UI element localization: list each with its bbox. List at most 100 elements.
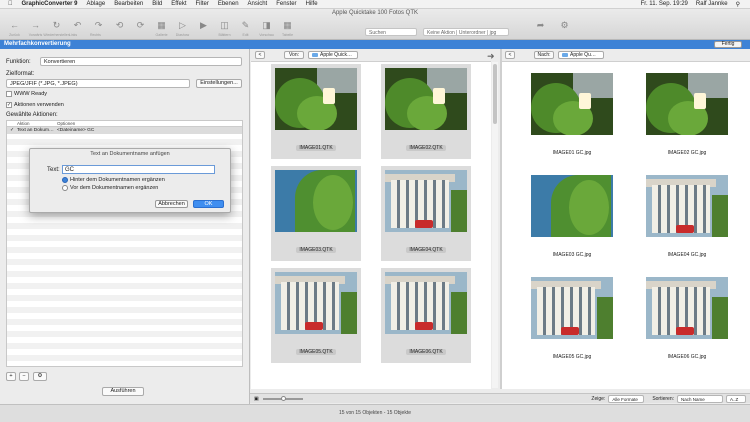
- menu-fenster[interactable]: Fenster: [276, 1, 296, 7]
- source-scrollbar[interactable]: [492, 62, 498, 388]
- menu-hilfe[interactable]: Hilfe: [306, 1, 318, 7]
- done-button[interactable]: Fertig: [714, 41, 742, 48]
- file-name: IMAGE03 GC.jpg: [552, 252, 592, 258]
- dest-file-3[interactable]: IMAGE03 GC.jpg: [527, 171, 617, 266]
- source-nav: < Von: Apple Quick…: [251, 49, 491, 62]
- source-file-3[interactable]: IMAGE03.QTK: [271, 166, 361, 261]
- chevron-left-icon[interactable]: <: [255, 51, 265, 59]
- source-file-2[interactable]: IMAGE02.QTK: [381, 64, 471, 159]
- folder-icon: [562, 53, 568, 57]
- menu-bearbeiten[interactable]: Bearbeiten: [114, 1, 143, 7]
- radio-append-after[interactable]: Hinter dem Dokumentnamen ergänzen: [62, 177, 165, 183]
- dialog-title: Text an Dokumentname anfügen: [90, 151, 170, 157]
- file-name: IMAGE05.QTK: [296, 349, 336, 355]
- edit-icon[interactable]: ✎ Edit: [237, 20, 254, 37]
- format-select[interactable]: JPEG/JFIF (*.JPG, *.JPEG): [6, 79, 190, 88]
- table-icon[interactable]: ▦ Tabelle: [279, 20, 296, 37]
- gear-menu-button[interactable]: ⚙: [33, 372, 47, 381]
- cancel-button[interactable]: Abbrechen: [155, 200, 188, 208]
- dest-file-4[interactable]: IMAGE04 GC.jpg: [642, 171, 732, 266]
- apple-icon[interactable]: : [8, 1, 13, 7]
- slideshow-icon[interactable]: ▷ Diashow: [174, 20, 191, 37]
- share-icon[interactable]: ➦: [532, 20, 549, 37]
- arrow-right-icon: ➜: [487, 51, 495, 61]
- row-check[interactable]: ✓: [7, 128, 17, 133]
- format-label: Zielformat:: [6, 71, 35, 77]
- run-button[interactable]: Ausführen: [102, 387, 144, 396]
- undo-icon[interactable]: ↶Links drehen: [69, 20, 86, 47]
- left-panel: Funktion: Konvertieren Zielformat: JPEG/…: [0, 49, 250, 404]
- rotate-left-icon[interactable]: ⟲: [111, 20, 128, 37]
- action-row[interactable]: ✓ Text an Dokum… <Dateiname> GC: [7, 127, 242, 134]
- dest-to-button[interactable]: Nach:: [534, 51, 554, 59]
- settings-button[interactable]: Einstellungen...: [196, 79, 242, 88]
- search-input[interactable]: Suchen: [365, 28, 417, 36]
- menu-bild[interactable]: Bild: [152, 1, 162, 7]
- window-title: Apple Quicktake 100 Fotos QTK: [331, 10, 419, 16]
- rotate-right-icon[interactable]: ⟳: [132, 20, 149, 37]
- remove-button[interactable]: −: [19, 372, 29, 381]
- function-select[interactable]: Konvertieren: [40, 57, 242, 66]
- source-folder-select[interactable]: Apple Quick…: [308, 51, 358, 59]
- scroll-thumb[interactable]: [493, 64, 497, 124]
- slideshow-start-icon[interactable]: ▶: [195, 20, 212, 37]
- forward-icon[interactable]: → Vorwärts: [27, 20, 44, 37]
- file-name: IMAGE03.QTK: [296, 247, 336, 253]
- browse-icon[interactable]: ◫ Blättern: [216, 20, 233, 37]
- file-name: IMAGE06 GC.jpg: [667, 354, 707, 360]
- bottom-bar: ▣ Zeige: Alle Formate Sortieren: Nach Na…: [250, 393, 750, 403]
- gear-icon[interactable]: ⚙: [556, 20, 573, 37]
- back-icon[interactable]: ← Zurück: [6, 20, 23, 37]
- menu-ebenen[interactable]: Ebenen: [218, 1, 239, 7]
- menu-ablage[interactable]: Ablage: [87, 1, 106, 7]
- radio-append-before[interactable]: Vor dem Dokumentnamen ergänzen: [62, 185, 158, 191]
- source-file-1[interactable]: IMAGE01.QTK: [271, 64, 361, 159]
- dest-file-1[interactable]: IMAGE01 GC.jpg: [527, 69, 617, 164]
- action-selector[interactable]: Keine Aktion | Unterordner | jpg: [423, 28, 509, 36]
- order-select[interactable]: A..Z: [726, 394, 746, 403]
- col-options: Optionen: [57, 121, 76, 126]
- zoom-slider[interactable]: [262, 395, 303, 401]
- col-action: Aktion: [17, 121, 30, 126]
- menu-effekt[interactable]: Effekt: [171, 1, 186, 7]
- file-name: IMAGE04 GC.jpg: [667, 252, 707, 258]
- text-input[interactable]: GC: [62, 165, 215, 174]
- dest-nav: < Nach: Apple Qu…: [502, 49, 750, 62]
- spotlight-icon[interactable]: ⚲: [736, 1, 740, 8]
- folder-icon: [312, 53, 318, 57]
- source-file-5[interactable]: IMAGE05.QTK: [271, 268, 361, 363]
- dest-pane: < Nach: Apple Qu… IMAGE01 GC.jpg IMAGE02…: [502, 49, 750, 389]
- menu-ansicht[interactable]: Ansicht: [248, 1, 268, 7]
- menu-app-name[interactable]: GraphicConverter 9: [22, 1, 78, 7]
- function-label: Funktion:: [6, 59, 31, 65]
- source-from-button[interactable]: Von:: [284, 51, 304, 59]
- dest-file-2[interactable]: IMAGE02 GC.jpg: [642, 69, 732, 164]
- file-name: IMAGE05 GC.jpg: [552, 354, 592, 360]
- menu-filter[interactable]: Filter: [196, 1, 209, 7]
- reload-icon[interactable]: ↻ Wiederherstellen: [43, 20, 69, 37]
- use-actions-checkbox[interactable]: ✓ Aktionen verwenden: [6, 102, 64, 108]
- source-pane: < Von: Apple Quick… IMAGE01.QTK IMAGE02.…: [251, 49, 491, 389]
- dest-file-6[interactable]: IMAGE06 GC.jpg: [642, 273, 732, 368]
- chevron-left-icon[interactable]: <: [505, 51, 515, 59]
- batch-header: Mehrfachkonvertierung Fertig: [0, 40, 750, 49]
- show-select[interactable]: Alle Formate: [608, 394, 645, 403]
- file-name: IMAGE01.QTK: [296, 145, 336, 151]
- add-button[interactable]: +: [6, 372, 16, 381]
- sort-select[interactable]: Nach Name: [677, 394, 723, 403]
- redo-icon[interactable]: ↷Rechts drehen: [90, 20, 107, 47]
- www-ready-checkbox[interactable]: WWW Ready: [6, 91, 47, 97]
- clock[interactable]: Fr. 11. Sep. 19:29: [641, 1, 688, 8]
- dest-folder-select[interactable]: Apple Qu…: [558, 51, 604, 59]
- status-bar: 15 von 15 Objekten - 15 Objekte: [0, 404, 750, 422]
- gallery-icon[interactable]: ▦ Gallerie: [153, 20, 170, 37]
- selected-actions-label: Gewählte Aktionen:: [6, 112, 58, 118]
- source-file-6[interactable]: IMAGE06.QTK: [381, 268, 471, 363]
- source-file-4[interactable]: IMAGE04.QTK: [381, 166, 471, 261]
- preview-icon[interactable]: ◨ Vorschau: [258, 20, 275, 37]
- dest-file-5[interactable]: IMAGE05 GC.jpg: [527, 273, 617, 368]
- window-toolbar: Apple Quicktake 100 Fotos QTK ← Zurück → V…: [0, 9, 750, 47]
- user-name[interactable]: Ralf Jannke: [696, 1, 728, 8]
- text-label: Text:: [47, 167, 60, 173]
- ok-button[interactable]: OK: [193, 200, 224, 208]
